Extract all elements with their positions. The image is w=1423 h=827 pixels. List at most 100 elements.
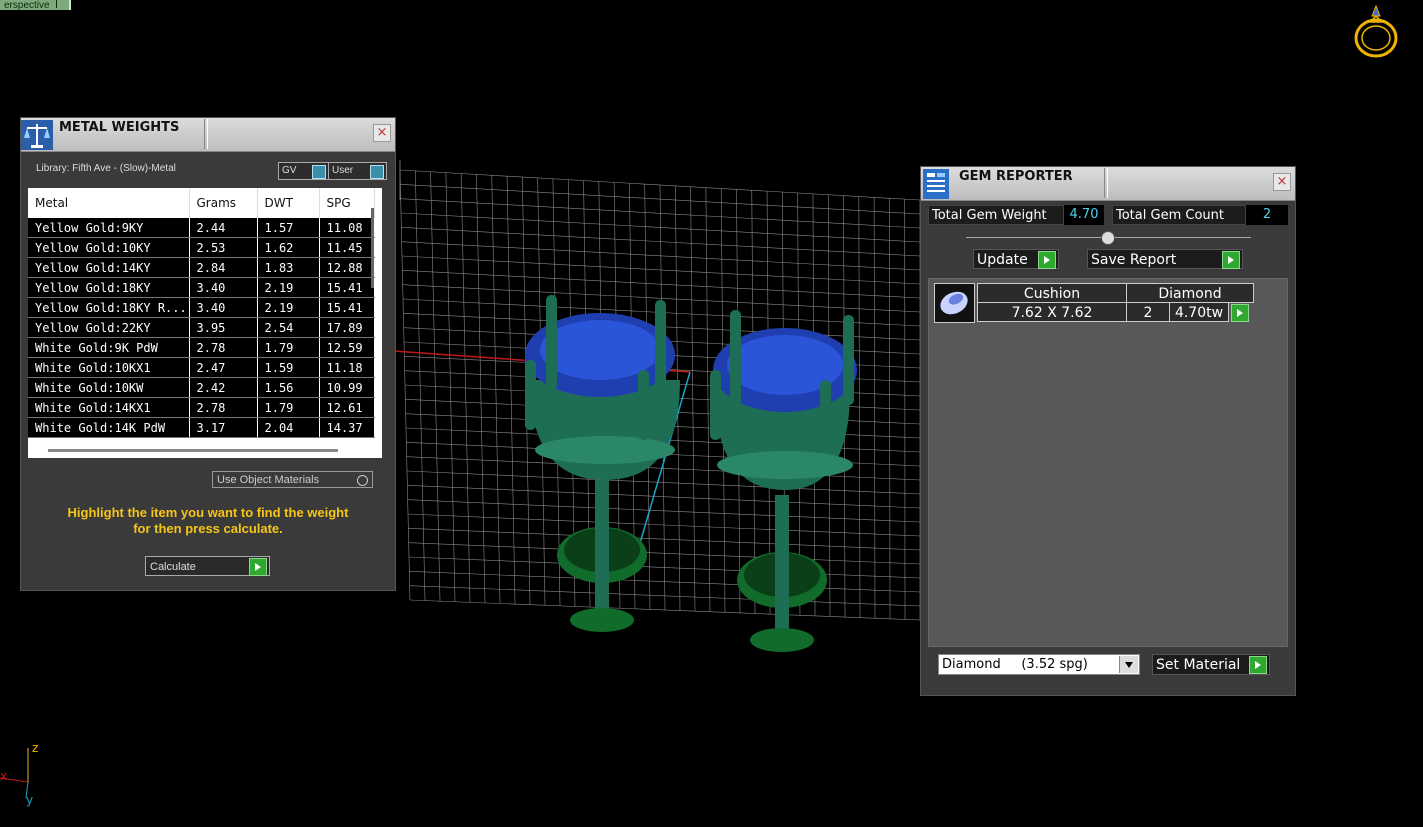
spg-cell: 11.45 [319, 237, 375, 258]
metal-table-container[interactable]: Metal Grams DWT SPG Yellow Gold:9KY 2.44 1… [28, 188, 382, 458]
grams-cell: 2.78 [189, 397, 258, 418]
grams-cell: 3.95 [189, 317, 258, 338]
axis-y-label: y [26, 793, 33, 807]
table-row[interactable]: White Gold:9K PdW 2.78 1.79 12.59 [28, 337, 375, 358]
set-material-play-icon[interactable] [1249, 656, 1267, 674]
metal-cell: Yellow Gold:14KY [28, 257, 190, 278]
viewport-label-text: erspective [4, 0, 50, 11]
table-row[interactable]: White Gold:10KW 2.42 1.56 10.99 [28, 377, 375, 398]
gem-weight-cell: 4.70tw [1169, 302, 1229, 322]
dwt-cell: 1.79 [257, 337, 320, 358]
table-horizontal-scrollbar[interactable] [48, 449, 338, 452]
total-gem-count-value: 2 [1246, 205, 1288, 225]
spg-cell: 12.88 [319, 257, 375, 278]
grams-cell: 2.42 [189, 377, 258, 398]
table-row[interactable]: White Gold:14K PdW 3.17 2.04 14.37 [28, 417, 375, 438]
metal-weights-close-button[interactable]: × [373, 124, 391, 142]
user-toggle[interactable]: User [328, 162, 387, 180]
calculate-button[interactable]: Calculate [145, 556, 270, 576]
metal-cell: White Gold:9K PdW [28, 337, 190, 358]
calculate-play-icon[interactable] [249, 558, 267, 576]
metal-cell: White Gold:10KW [28, 377, 190, 398]
grams-cell: 2.53 [189, 237, 258, 258]
instruction-line-2: for then press calculate. [133, 521, 283, 536]
gem-reporter-close-button[interactable]: × [1273, 173, 1291, 191]
use-object-materials-radio[interactable] [357, 475, 368, 486]
spg-cell: 15.41 [319, 277, 375, 298]
metal-cell: Yellow Gold:22KY [28, 317, 190, 338]
viewport-dropdown-icon[interactable] [55, 0, 65, 8]
metal-cell: White Gold:14K PdW [28, 417, 190, 438]
cushion-gem-icon [934, 283, 975, 323]
calculate-label: Calculate [150, 561, 196, 573]
metal-cell: Yellow Gold:18KY R... [28, 297, 190, 318]
title-separator [204, 119, 208, 149]
3d-viewport-scene[interactable] [380, 160, 940, 680]
viewport-label[interactable]: erspective [0, 0, 71, 11]
dwt-cell: 2.19 [257, 277, 320, 298]
spg-cell: 12.59 [319, 337, 375, 358]
grams-cell: 2.78 [189, 337, 258, 358]
gem-reporter-title: GEM REPORTER [959, 169, 1073, 184]
metal-table: Metal Grams DWT SPG Yellow Gold:9KY 2.44 1… [28, 188, 375, 438]
dwt-cell: 2.19 [257, 297, 320, 318]
instruction-text: Highlight the item you want to find the … [21, 505, 395, 537]
total-gem-weight-value: 4.70 [1064, 205, 1104, 225]
dwt-cell: 1.83 [257, 257, 320, 278]
dwt-cell: 2.54 [257, 317, 320, 338]
scale-icon [21, 120, 53, 150]
set-material-label: Set Material [1156, 657, 1241, 673]
table-vertical-scrollbar[interactable] [371, 208, 374, 288]
gem-shape-cell: Cushion [977, 283, 1127, 303]
metal-cell: Yellow Gold:9KY [28, 218, 190, 238]
axis-tripod-icon: z x y [0, 741, 38, 807]
save-report-button[interactable]: Save Report [1087, 249, 1243, 269]
spg-cell: 14.37 [319, 417, 375, 438]
gem-row-play-icon[interactable] [1231, 304, 1249, 322]
use-object-materials-option[interactable]: Use Object Materials [212, 471, 373, 488]
column-header-spg[interactable]: SPG [319, 188, 375, 218]
table-row[interactable]: Yellow Gold:10KY 2.53 1.62 11.45 [28, 237, 375, 258]
gem-reporter-titlebar[interactable]: GEM REPORTER × [921, 167, 1295, 201]
spg-cell: 11.08 [319, 218, 375, 238]
total-gem-weight-label: Total Gem Weight [928, 205, 1064, 225]
report-icon [923, 169, 949, 199]
grams-cell: 2.44 [189, 218, 258, 238]
table-row[interactable]: Yellow Gold:14KY 2.84 1.83 12.88 [28, 257, 375, 278]
table-row[interactable]: White Gold:10KX1 2.47 1.59 11.18 [28, 357, 375, 378]
axis-z-label: z [32, 741, 38, 755]
gem-report-list[interactable]: Cushion Diamond 7.62 X 7.62 2 4.70tw [928, 278, 1288, 647]
table-header-row: Metal Grams DWT SPG [28, 188, 375, 218]
metal-weights-titlebar[interactable]: METAL WEIGHTS × [21, 118, 395, 152]
grams-cell: 2.84 [189, 257, 258, 278]
table-row[interactable]: Yellow Gold:18KY R... 3.40 2.19 15.41 [28, 297, 375, 318]
update-play-icon[interactable] [1038, 251, 1056, 269]
dwt-cell: 1.56 [257, 377, 320, 398]
chevron-down-icon[interactable] [1119, 656, 1138, 673]
update-button[interactable]: Update [973, 249, 1059, 269]
table-row[interactable]: Yellow Gold:18KY 3.40 2.19 15.41 [28, 277, 375, 298]
dwt-cell: 2.04 [257, 417, 320, 438]
column-header-grams[interactable]: Grams [189, 188, 258, 218]
title-separator [1104, 168, 1108, 198]
grams-cell: 3.40 [189, 297, 258, 318]
set-material-button[interactable]: Set Material [1152, 654, 1270, 675]
save-report-play-icon[interactable] [1222, 251, 1240, 269]
gem-report-row[interactable]: Cushion Diamond 7.62 X 7.62 2 4.70tw [934, 283, 1256, 323]
total-gem-count-label: Total Gem Count [1112, 205, 1246, 225]
spg-cell: 11.18 [319, 357, 375, 378]
gv-toggle-indicator [312, 165, 326, 179]
ring-gizmo-icon[interactable] [1350, 0, 1402, 62]
table-row[interactable]: Yellow Gold:9KY 2.44 1.57 11.08 [28, 218, 375, 238]
column-header-metal[interactable]: Metal [28, 188, 190, 218]
table-row[interactable]: Yellow Gold:22KY 3.95 2.54 17.89 [28, 317, 375, 338]
dwt-cell: 1.62 [257, 237, 320, 258]
column-header-dwt[interactable]: DWT [257, 188, 320, 218]
table-row[interactable]: White Gold:14KX1 2.78 1.79 12.61 [28, 397, 375, 418]
splitter-handle[interactable] [1101, 231, 1115, 245]
material-select[interactable]: Diamond (3.52 spg) [938, 654, 1140, 675]
gem-count-cell: 2 [1126, 302, 1170, 322]
grams-cell: 3.17 [189, 417, 258, 438]
gv-toggle[interactable]: GV [278, 162, 329, 180]
grams-cell: 2.47 [189, 357, 258, 378]
